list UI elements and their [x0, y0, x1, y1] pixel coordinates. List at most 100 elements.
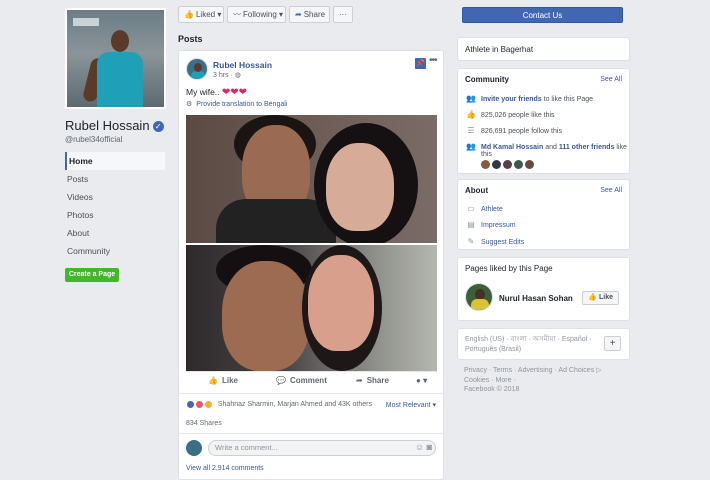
- liked-page-avatar[interactable]: [465, 283, 493, 311]
- post-more-icon[interactable]: •••: [429, 55, 437, 66]
- friend-name-link[interactable]: Md Kamal Hossain: [481, 144, 543, 151]
- liked-pages-card: Pages liked by this Page Nurul Hasan Soh…: [457, 257, 630, 321]
- invite-friends-link[interactable]: Invite your friends: [481, 96, 542, 103]
- page-name-text[interactable]: Rubel Hossain: [65, 118, 150, 133]
- background-light: [73, 18, 99, 26]
- hearts-emoji: ❤❤❤: [221, 87, 248, 98]
- add-language-button[interactable]: +: [604, 336, 621, 351]
- avatar[interactable]: [514, 160, 523, 169]
- avatar[interactable]: [525, 160, 534, 169]
- post-timestamp[interactable]: 3 hrs · ◍: [213, 71, 241, 79]
- community-see-all-link[interactable]: See All: [600, 76, 622, 83]
- share-arrow-icon: ➦: [295, 10, 302, 19]
- pencil-icon: ✎: [467, 237, 475, 246]
- figure-body: [97, 52, 143, 107]
- document-icon: ▤: [467, 220, 475, 229]
- nav-item-about[interactable]: About: [65, 224, 165, 242]
- post-photo-1[interactable]: [186, 115, 437, 243]
- people-icon: 👥: [466, 142, 476, 151]
- language-links[interactable]: English (US) · বাংলা · অসমীয়া · Español…: [465, 335, 595, 355]
- page-category: Athlete in Bagerhat: [465, 45, 534, 54]
- verified-badge-icon: ✓: [152, 121, 164, 132]
- more-options-button[interactable]: ···: [333, 6, 353, 23]
- about-see-all-link[interactable]: See All: [600, 187, 622, 194]
- camera-icon[interactable]: ◙: [427, 442, 432, 452]
- likes-count: 825,026 people like this: [481, 112, 555, 119]
- post-text-body: My wife..: [186, 87, 222, 97]
- reaction-selector[interactable]: ● ▾: [416, 376, 427, 385]
- create-page-button[interactable]: Create a Page: [65, 268, 119, 282]
- thumbs-up-icon: 👍: [466, 110, 476, 119]
- post-actions: 👍 Like 💬 Comment ➦ Share ● ▾: [186, 371, 437, 391]
- share-label: Share: [366, 376, 389, 385]
- avatar[interactable]: [503, 160, 512, 169]
- share-page-button[interactable]: ➦ Share: [289, 6, 330, 23]
- comment-input[interactable]: Write a comment...: [208, 440, 436, 456]
- liked-button[interactable]: 👍 Liked ▾: [178, 6, 224, 23]
- view-comments-link[interactable]: View all 2,914 comments: [186, 465, 264, 472]
- pin-icon: 📌: [415, 58, 426, 69]
- following-button[interactable]: 〰 Following ▾: [227, 6, 286, 23]
- about-suggest-row: ✎ Suggest Edits: [466, 237, 525, 246]
- chevron-down-icon: ▾: [279, 10, 284, 19]
- face-shape: [222, 261, 310, 371]
- following-label: Following: [243, 10, 277, 19]
- avatar[interactable]: [481, 160, 490, 169]
- other-friends-link[interactable]: 111 other friends: [559, 144, 615, 151]
- nav-item-posts[interactable]: Posts: [65, 170, 165, 188]
- nav-item-videos[interactable]: Videos: [65, 188, 165, 206]
- page-footer: Privacy · Terms · Advertising · Ad Choic…: [464, 366, 624, 395]
- globe-icon: ◍: [234, 72, 241, 79]
- post-author-name[interactable]: Rubel Hossain: [213, 60, 272, 70]
- friends-row-wrap: this: [481, 151, 492, 158]
- suggest-edits-link[interactable]: Suggest Edits: [481, 239, 524, 246]
- translation-text[interactable]: Provide translation to Bengali: [196, 101, 287, 108]
- like-page-button[interactable]: 👍 Like: [582, 291, 619, 305]
- post-author-avatar[interactable]: [186, 58, 208, 80]
- community-title: Community: [465, 75, 509, 84]
- page-title[interactable]: Rubel Hossain ✓: [65, 118, 164, 133]
- athlete-link[interactable]: Athlete: [481, 206, 503, 213]
- post-photo-2[interactable]: [186, 245, 437, 371]
- follows-count: 826,691 people follow this: [481, 128, 562, 135]
- chevron-down-icon: ▾: [423, 376, 428, 385]
- like-reaction-icon: [186, 400, 195, 409]
- page-handle[interactable]: @rubel34official: [65, 135, 122, 144]
- nav-item-photos[interactable]: Photos: [65, 206, 165, 224]
- reactors[interactable]: Shahnaz Sharmin, Marjan Ahmed and 43K ot…: [186, 400, 372, 409]
- comment-button[interactable]: 💬 Comment: [276, 376, 327, 385]
- thumbs-up-icon: 👍: [588, 294, 598, 301]
- face-shape: [326, 143, 394, 231]
- liked-page-name[interactable]: Nurul Hasan Sohan: [499, 294, 573, 303]
- translation-link[interactable]: ⚙ Provide translation to Bengali: [186, 100, 287, 108]
- avatar[interactable]: [492, 160, 501, 169]
- share-arrow-icon: ➦: [356, 376, 363, 385]
- like-label: Like: [221, 376, 238, 385]
- share-count[interactable]: 834 Shares: [186, 420, 222, 427]
- friends-rest-text: like: [614, 144, 627, 151]
- footer-links-2[interactable]: Cookies · More ·: [464, 376, 624, 386]
- thumbs-up-icon: 👍: [208, 376, 218, 385]
- rss-icon: 〰: [233, 10, 241, 19]
- about-card: About See All ▭ Athlete ▤ Impressum ✎ Sugge…: [457, 179, 630, 250]
- profile-picture[interactable]: [65, 8, 166, 109]
- folder-icon: ▭: [467, 204, 475, 213]
- reactors-text[interactable]: Shahnaz Sharmin, Marjan Ahmed and 43K ot…: [218, 401, 372, 408]
- friend-avatars: [481, 160, 536, 171]
- post-time-text[interactable]: 3 hrs ·: [213, 72, 233, 79]
- gear-icon: ⚙: [186, 101, 193, 108]
- emoji-icon[interactable]: ☺: [415, 442, 424, 452]
- sort-dropdown[interactable]: Most Relevant ▾: [386, 401, 436, 409]
- share-label: Share: [303, 10, 326, 19]
- share-button[interactable]: ➦ Share: [356, 376, 389, 385]
- impressum-link[interactable]: Impressum: [481, 222, 516, 229]
- follow-icon: ☰: [467, 126, 475, 135]
- love-reaction-icon: [194, 400, 204, 409]
- nav-item-home[interactable]: Home: [65, 152, 165, 170]
- contact-us-button[interactable]: Contact Us: [462, 7, 623, 23]
- footer-links-1[interactable]: Privacy · Terms · Advertising · Ad Choic…: [464, 366, 624, 376]
- nav-item-community[interactable]: Community: [65, 242, 165, 260]
- reactions-summary: Shahnaz Sharmin, Marjan Ahmed and 43K ot…: [178, 393, 444, 415]
- like-button[interactable]: 👍 Like: [208, 376, 238, 385]
- figure-head: [111, 30, 129, 52]
